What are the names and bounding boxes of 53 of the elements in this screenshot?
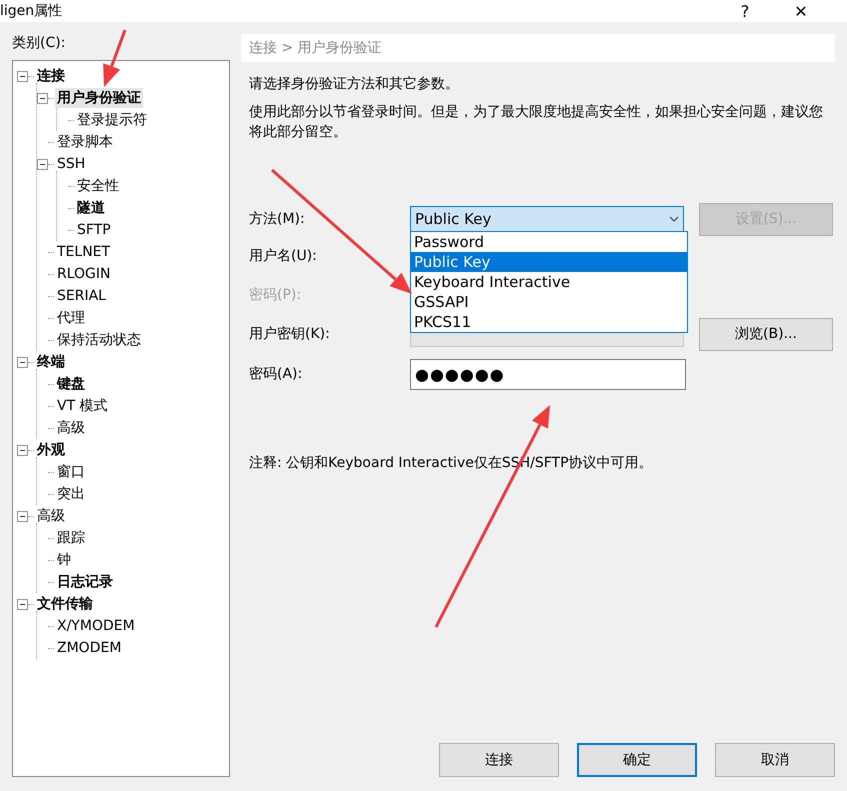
tree-item[interactable]: 登录脚本 [55, 132, 115, 152]
close-button[interactable]: ✕ [773, 2, 829, 20]
tree-item[interactable]: 隧道 [75, 198, 107, 218]
collapse-icon[interactable] [37, 92, 48, 104]
collapse-icon[interactable] [37, 158, 48, 170]
tree-item[interactable]: 跟踪 [55, 528, 87, 548]
password-field[interactable]: ●●●●●● [410, 358, 686, 390]
collapse-icon[interactable] [17, 598, 28, 610]
tree-item[interactable]: 外观 [35, 440, 67, 460]
tree-item[interactable]: 钟 [55, 550, 73, 570]
collapse-icon[interactable] [17, 444, 28, 456]
dialog-button[interactable]: 连接 [439, 743, 559, 777]
tree-item[interactable]: 连接 [35, 66, 67, 86]
tree-item[interactable]: 安全性 [75, 176, 121, 196]
tree-item[interactable]: 文件传输 [35, 594, 95, 614]
field-label: 用户密钥(K): [249, 325, 331, 343]
tree-item[interactable]: SFTP [75, 221, 113, 239]
tree-item[interactable]: 高级 [55, 418, 87, 438]
tree-item[interactable]: 高级 [35, 506, 67, 526]
field-label: 方法(M): [249, 210, 306, 228]
dropdown-option[interactable]: Public Key [411, 252, 687, 272]
tree-item[interactable]: X/YMODEM [55, 617, 137, 635]
field-label: 密码(A): [249, 365, 304, 383]
field-label: 用户名(U): [249, 247, 318, 265]
intro-text: 请选择身份验证方法和其它参数。 [248, 75, 460, 94]
category-label: 类别(C): [12, 34, 66, 52]
tree-item[interactable]: 突出 [55, 484, 87, 504]
chevron-down-icon [669, 216, 679, 222]
tree-item[interactable]: 登录提示符 [75, 110, 149, 130]
tree-item[interactable]: RLOGIN [55, 265, 112, 283]
tree-item[interactable]: 日志记录 [55, 572, 115, 592]
window-title: ligen属性 [0, 2, 64, 20]
tree-item[interactable]: 用户身份验证 [55, 88, 143, 108]
tree-item[interactable]: SSH [55, 155, 88, 173]
tree-item[interactable]: VT 模式 [55, 396, 110, 416]
tree-item[interactable]: 代理 [55, 308, 87, 328]
tree-item[interactable]: ZMODEM [55, 639, 124, 657]
tree-item[interactable]: SERIAL [55, 287, 108, 305]
tree-item[interactable]: 保持活动状态 [55, 330, 143, 350]
collapse-icon[interactable] [17, 510, 28, 522]
arrow-annotation [103, 29, 126, 87]
tree-item[interactable]: 键盘 [55, 374, 87, 394]
help-button[interactable]: ? [717, 2, 773, 20]
dialog-button[interactable]: 确定 [577, 743, 697, 777]
tree-item[interactable]: 终端 [35, 352, 67, 372]
breadcrumb: 连接 > 用户身份验证 [241, 34, 835, 62]
tree-item[interactable]: TELNET [55, 243, 112, 261]
dialog-button[interactable]: 取消 [715, 743, 835, 777]
tree-item[interactable]: 窗口 [55, 462, 87, 482]
description-text: 使用此部分以节省登录时间。但是，为了最大限度地提高安全性，如果担心安全问题，建议您将此部分留空。 [248, 103, 824, 142]
field-label: 密码(P): [249, 286, 302, 304]
collapse-icon[interactable] [17, 70, 28, 82]
collapse-icon[interactable] [17, 356, 28, 368]
